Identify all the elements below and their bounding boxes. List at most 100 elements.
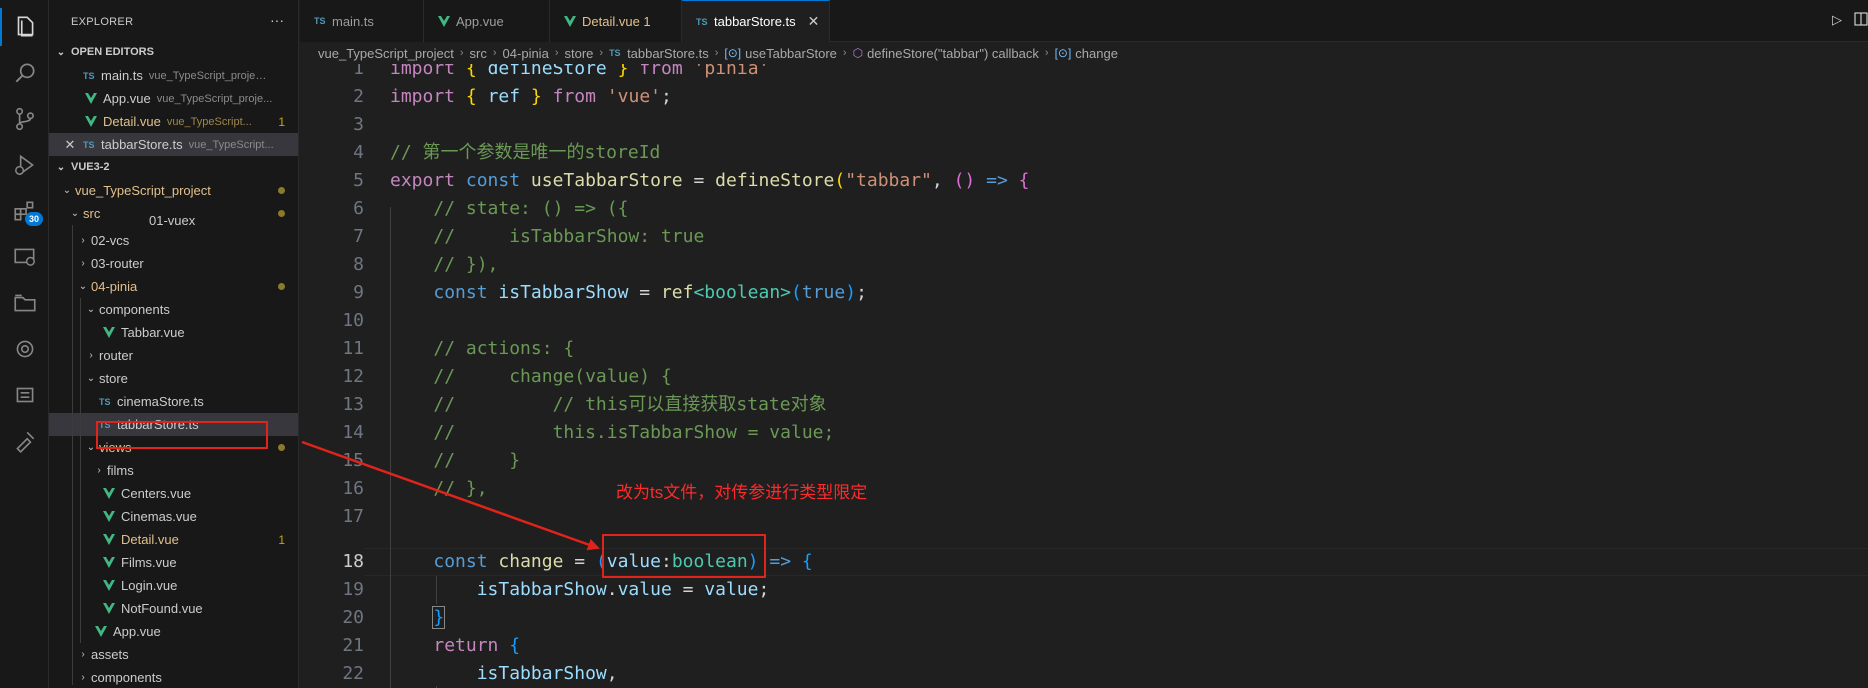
annotation-highlight-box <box>602 534 766 578</box>
folder-icon[interactable] <box>0 280 49 326</box>
vue-file-icon <box>95 626 107 637</box>
tree-folder[interactable]: › 02-vcs <box>49 229 298 252</box>
code-line: isTabbarShow.value = value; <box>476 579 770 600</box>
tree-folder[interactable]: › films <box>49 459 298 482</box>
tree-folder[interactable]: › router <box>49 344 298 367</box>
line-number: 8 <box>353 254 364 275</box>
chevron-right-icon: › <box>81 235 85 246</box>
search-icon[interactable] <box>0 50 49 96</box>
line-number-current: 18 <box>342 551 364 572</box>
close-icon[interactable]: ✕ <box>63 137 77 153</box>
source-control-icon[interactable] <box>0 96 49 142</box>
typescript-file-icon: TS <box>609 48 621 58</box>
open-editor-item-active[interactable]: ✕ TS tabbarStore.ts vue_TypeScript... <box>49 133 298 156</box>
line-number: 1 <box>353 64 364 79</box>
openai-icon[interactable] <box>0 326 49 372</box>
chevron-down-icon: ⌄ <box>56 161 66 173</box>
line-number: 15 <box>342 450 364 471</box>
line-number: 22 <box>342 663 364 684</box>
vue-file-icon <box>103 603 115 614</box>
vue-file-icon <box>103 488 115 499</box>
explorer-icon[interactable] <box>0 4 49 50</box>
vue-file-icon <box>103 580 115 591</box>
breadcrumb-item[interactable]: vue_TypeScript_project <box>318 46 454 61</box>
breadcrumb: vue_TypeScript_project › src › 04-pinia › s… <box>300 42 1868 64</box>
run-debug-icon[interactable] <box>0 142 49 188</box>
code-editor[interactable]: 1 2 3 4 5 6 7 8 9 10 11 12 13 14 15 16 1… <box>300 64 1868 688</box>
tree-file[interactable]: NotFound.vue <box>49 597 298 620</box>
indent-guide <box>72 225 73 685</box>
tree-folder[interactable]: ⌄ components <box>49 298 298 321</box>
tree-file[interactable]: Films.vue <box>49 551 298 574</box>
breadcrumb-item[interactable]: defineStore("tabbar") callback <box>867 46 1039 61</box>
vue-file-icon <box>564 15 576 27</box>
code-line: // }), <box>433 254 499 275</box>
chevron-down-icon: ⌄ <box>86 373 96 384</box>
chevron-down-icon: ⌄ <box>56 46 66 58</box>
split-editor-icon[interactable] <box>1854 8 1868 33</box>
tree-folder[interactable]: ⌄ store <box>49 367 298 390</box>
code-line: // // this可以直接获取state对象 <box>433 394 827 415</box>
testing-icon[interactable] <box>0 418 49 464</box>
typescript-file-icon: TS <box>83 70 95 81</box>
code-line: // change(value) { <box>433 366 672 387</box>
breadcrumb-item[interactable]: src <box>470 46 487 61</box>
tree-folder[interactable]: ⌄ vue_TypeScript_project <box>49 179 298 202</box>
vue-file-icon <box>103 534 115 545</box>
workspace-header[interactable]: ⌄ VUE3-2 <box>49 156 298 178</box>
open-editors-header[interactable]: ⌄ OPEN EDITORS <box>49 41 298 63</box>
tree-file[interactable]: Cinemas.vue <box>49 505 298 528</box>
tab-app-vue[interactable]: App.vue <box>424 0 550 42</box>
line-number: 7 <box>353 226 364 247</box>
chevron-right-icon: › <box>81 258 85 269</box>
more-actions-icon[interactable]: ··· <box>270 12 284 28</box>
tab-detail-vue[interactable]: Detail.vue 1 <box>550 0 682 42</box>
chevron-right-icon: › <box>97 465 101 476</box>
tree-file[interactable]: Centers.vue <box>49 482 298 505</box>
variable-symbol-icon: [⊙] <box>1054 46 1072 60</box>
breadcrumb-item[interactable]: 04-pinia <box>503 46 549 61</box>
code-line: // actions: { <box>433 338 575 359</box>
breadcrumb-item[interactable]: store <box>564 46 593 61</box>
tree-file[interactable]: Detail.vue 1 <box>49 528 298 551</box>
modified-dot <box>278 187 285 194</box>
remote-explorer-icon[interactable] <box>0 234 49 280</box>
tree-folder[interactable]: › assets <box>49 643 298 666</box>
tree-folder[interactable]: › 03-router <box>49 252 298 275</box>
tree-file[interactable]: Login.vue <box>49 574 298 597</box>
code-line: return { <box>433 635 521 656</box>
typescript-file-icon: TS <box>314 16 326 26</box>
line-number: 12 <box>342 366 364 387</box>
breadcrumb-item[interactable]: useTabbarStore <box>745 46 837 61</box>
chevron-down-icon: ⌄ <box>86 304 96 315</box>
modified-dot <box>278 444 285 451</box>
tree-folder[interactable]: 01-vuex <box>49 214 298 228</box>
list-icon[interactable] <box>0 372 49 418</box>
tree-folder[interactable]: ⌄ 04-pinia <box>49 275 298 298</box>
tree-file[interactable]: App.vue <box>49 620 298 643</box>
open-editor-item[interactable]: App.vue vue_TypeScript_proje... <box>49 87 298 110</box>
method-symbol-icon: ⬡ <box>852 46 864 60</box>
tree-file[interactable]: Tabbar.vue <box>49 321 298 344</box>
line-number: 14 <box>342 422 364 443</box>
code-line: import { ref } from 'vue'; <box>390 86 672 107</box>
chevron-right-icon: › <box>81 672 85 683</box>
line-number: 2 <box>353 86 364 107</box>
open-editor-item[interactable]: TS main.ts vue_TypeScript_project... <box>49 64 298 87</box>
typescript-file-icon: TS <box>99 396 111 407</box>
tree-file[interactable]: TS cinemaStore.ts <box>49 390 298 413</box>
tab-main-ts[interactable]: TS main.ts <box>300 0 424 42</box>
run-icon[interactable]: ▷ <box>1832 12 1842 28</box>
vue-file-icon <box>103 327 115 338</box>
code-line: isTabbarShow, <box>476 663 618 684</box>
tree-folder[interactable]: › components <box>49 666 298 688</box>
breadcrumb-item[interactable]: change <box>1075 46 1118 61</box>
open-editor-item[interactable]: Detail.vue vue_TypeScript... 1 <box>49 110 298 133</box>
editor-tabs: TS main.ts App.vue Detail.vue 1 TS tabba… <box>300 0 1868 42</box>
close-icon[interactable]: ✕ <box>808 13 820 30</box>
sidebar-title: EXPLORER <box>71 16 134 28</box>
breadcrumb-item[interactable]: tabbarStore.ts <box>627 46 709 61</box>
extensions-icon[interactable]: 30 <box>0 188 49 234</box>
tab-tabbarstore-ts[interactable]: TS tabbarStore.ts ✕ <box>682 0 830 42</box>
modified-dot <box>278 283 285 290</box>
